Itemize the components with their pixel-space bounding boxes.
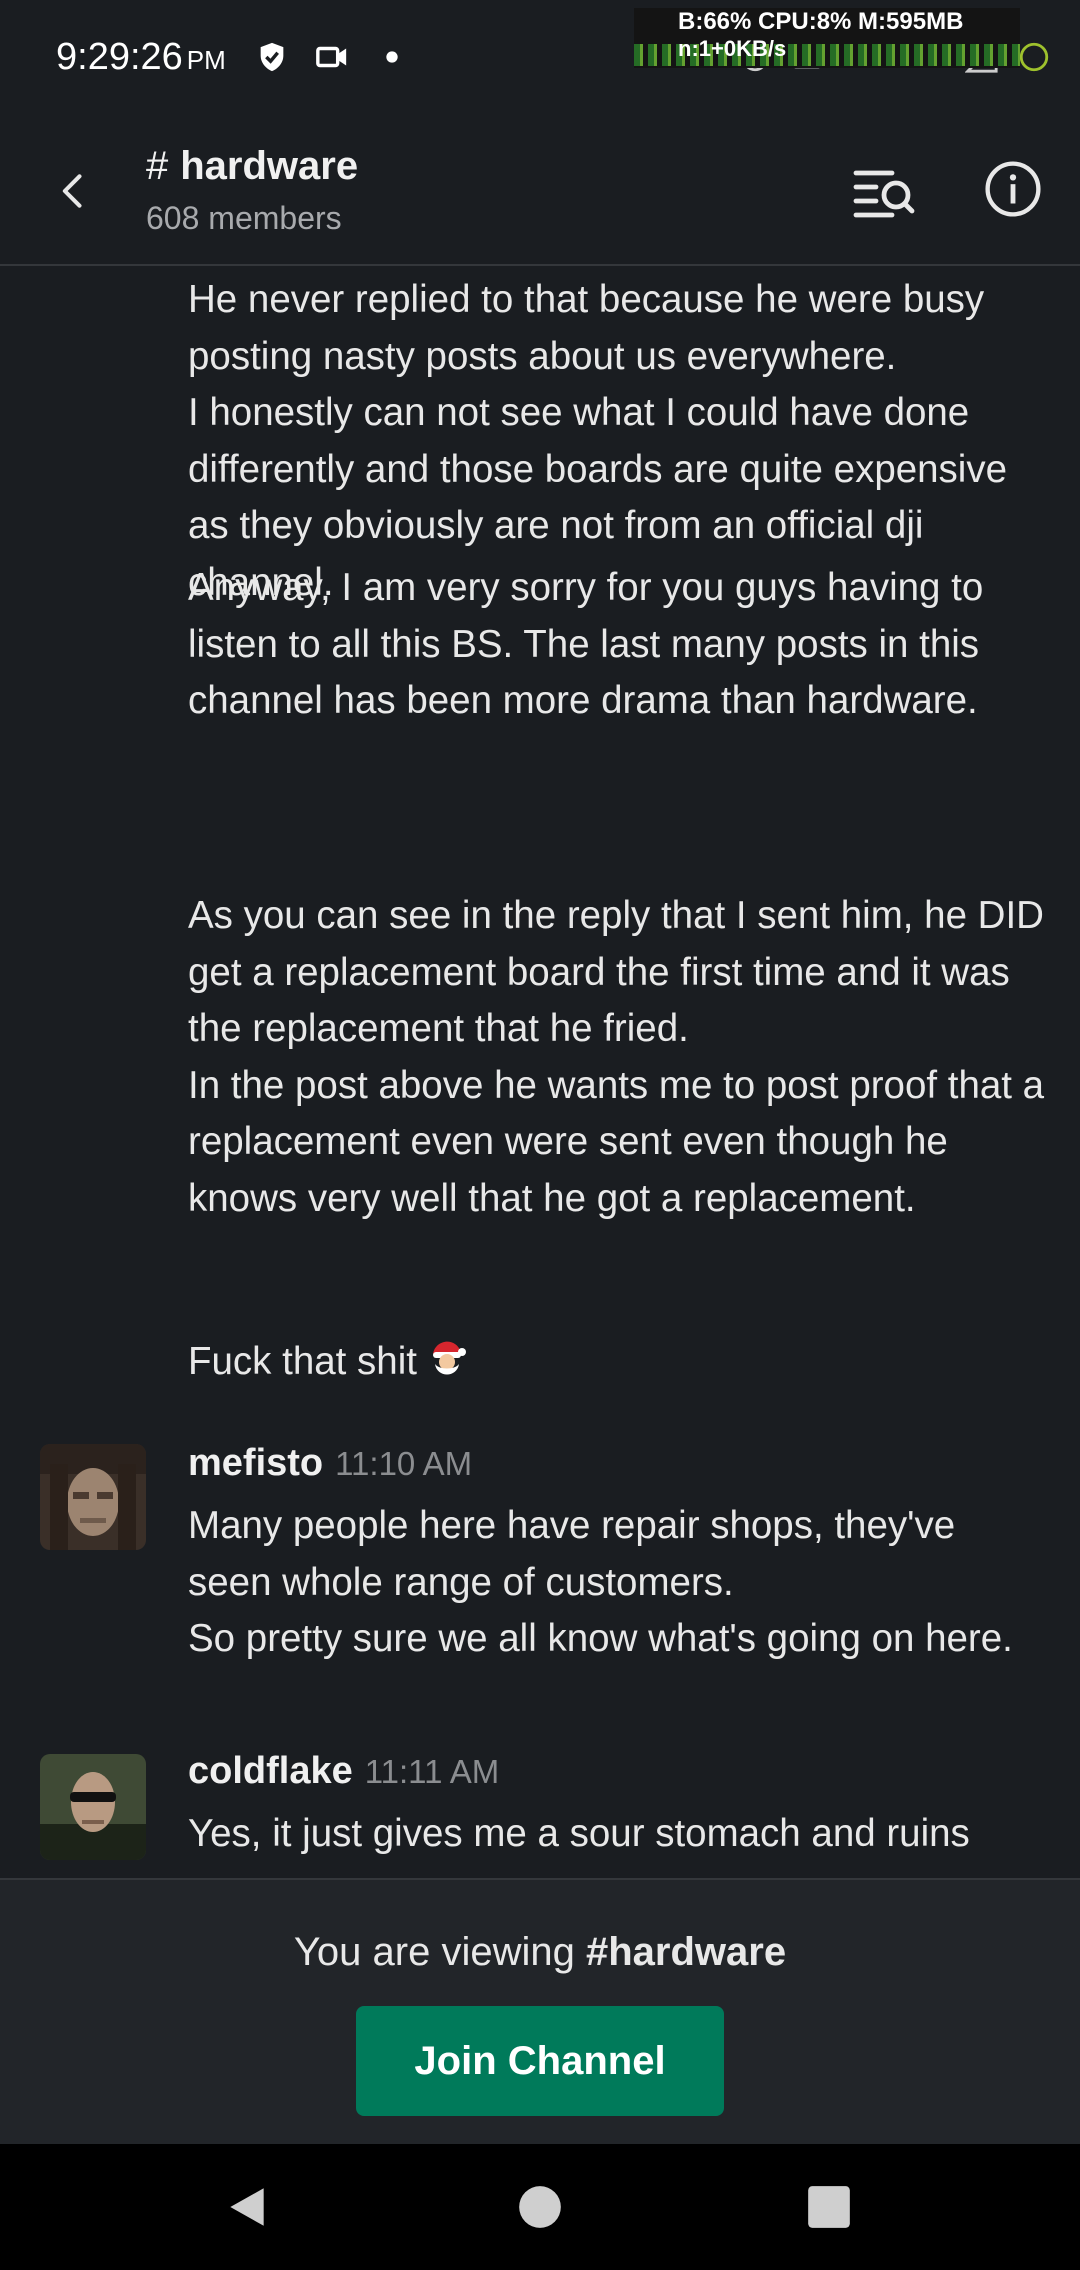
channel-hash: # bbox=[146, 144, 169, 188]
nav-back-icon[interactable] bbox=[222, 2182, 272, 2232]
viewing-notice: You are viewing #hardware bbox=[0, 1930, 1080, 1975]
santa-emoji-icon bbox=[432, 1341, 466, 1375]
video-camera-icon bbox=[316, 46, 347, 68]
join-channel-button[interactable]: Join Channel bbox=[356, 2006, 724, 2116]
info-icon[interactable] bbox=[984, 160, 1042, 218]
author-name[interactable]: coldflake bbox=[188, 1750, 353, 1792]
status-ampm: PM bbox=[186, 45, 226, 75]
perf-overlay-line1: B:66% CPU:8% M:595MB bbox=[678, 8, 964, 35]
avatar-coldflake-image bbox=[40, 1754, 146, 1860]
battery-icon bbox=[1019, 42, 1048, 72]
status-time-value: 9:29:26 bbox=[56, 36, 183, 78]
message-text-part2: Anyway, I am very sorry for you guys hav… bbox=[188, 566, 984, 722]
notification-icons bbox=[255, 40, 409, 74]
viewing-prefix: You are viewing bbox=[293, 1930, 586, 1974]
avatar-coldflake[interactable] bbox=[40, 1754, 146, 1860]
search-in-channel-icon[interactable] bbox=[852, 164, 916, 222]
perf-overlay-line2: n:1+0KB/s bbox=[678, 36, 787, 61]
shield-check-icon bbox=[260, 42, 284, 72]
system-nav-bar bbox=[0, 2144, 1080, 2270]
status-bar: 9:29:26PM LTE B:66% CPU:8% M:595MB n:1+0… bbox=[0, 0, 1080, 120]
message-timestamp: 11:11 AM bbox=[364, 1753, 500, 1790]
message-header-coldflake: coldflake 11:11 AM bbox=[188, 1750, 499, 1793]
message-text-part4-text: Fuck that shit bbox=[188, 1340, 417, 1383]
join-footer: You are viewing #hardware Join Channel bbox=[0, 1878, 1080, 2146]
message-text-mefisto: Many people here have repair shops, they… bbox=[188, 1504, 1013, 1660]
perf-overlay: B:66% CPU:8% M:595MB n:1+0KB/s bbox=[634, 8, 1020, 68]
member-count[interactable]: 608 members bbox=[146, 200, 342, 237]
avatar-mefisto[interactable] bbox=[40, 1444, 146, 1550]
channel-title[interactable]: # hardware bbox=[146, 144, 358, 189]
viewing-channel: #hardware bbox=[585, 1930, 787, 1974]
message-list[interactable]: He never replied to that because he were… bbox=[0, 266, 1080, 1878]
message-text-part3: As you can see in the reply that I sent … bbox=[188, 894, 1045, 1220]
avatar-mefisto-image bbox=[40, 1444, 146, 1550]
dot-icon bbox=[386, 51, 398, 63]
channel-name: hardware bbox=[180, 144, 359, 188]
channel-header: # hardware 608 members bbox=[0, 120, 1080, 266]
nav-home-icon[interactable] bbox=[515, 2182, 565, 2232]
message-header-mefisto: mefisto 11:10 AM bbox=[188, 1442, 472, 1485]
nav-recents-icon[interactable] bbox=[804, 2182, 854, 2232]
message-text-part4: Fuck that shit bbox=[188, 1334, 1048, 1391]
message-text-coldflake: Yes, it just gives me a sour stomach and… bbox=[188, 1812, 970, 1855]
back-arrow-icon[interactable] bbox=[52, 166, 96, 216]
message-timestamp: 11:10 AM bbox=[335, 1445, 473, 1482]
author-name[interactable]: mefisto bbox=[188, 1442, 323, 1484]
status-time: 9:29:26 PM bbox=[56, 36, 226, 79]
